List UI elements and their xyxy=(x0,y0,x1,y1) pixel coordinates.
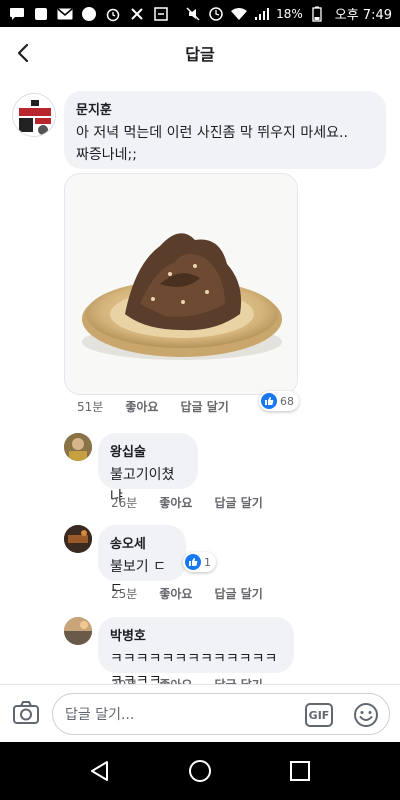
triangle-back-icon xyxy=(91,761,108,781)
reply-author[interactable]: 왕십술 xyxy=(110,441,186,460)
like-button[interactable]: 좋아요 xyxy=(159,494,192,511)
profile-logo-icon xyxy=(13,94,55,136)
camera-button[interactable] xyxy=(12,700,40,726)
reply-input[interactable]: 답글 달기... GIF xyxy=(52,693,390,735)
reply-button[interactable]: 답글 달기 xyxy=(214,676,262,684)
reply-button[interactable]: 답글 달기 xyxy=(214,494,262,511)
user-photo-icon xyxy=(64,617,92,645)
avatar[interactable] xyxy=(64,433,92,461)
like-button[interactable]: 좋아요 xyxy=(125,398,158,415)
comment-photo[interactable] xyxy=(64,173,298,395)
like-button[interactable]: 좋아요 xyxy=(159,676,192,684)
camera-icon xyxy=(13,701,39,724)
reply-composer: 답글 달기... GIF xyxy=(0,684,400,742)
reply-author[interactable]: 박병호 xyxy=(110,625,282,644)
circle-home-icon xyxy=(189,760,211,782)
reply-bubble[interactable]: 왕십술 불고기이쳤냐 xyxy=(98,433,198,505)
reply-input-placeholder: 답글 달기... xyxy=(65,707,135,723)
nav-back-button[interactable] xyxy=(87,758,113,784)
smiley-icon xyxy=(354,703,378,727)
header: 답글 xyxy=(0,27,400,79)
comment-text-line2: 짜증나네;; xyxy=(76,147,137,163)
avatar[interactable] xyxy=(64,525,92,553)
wifi-icon xyxy=(230,6,248,22)
nav-home-button[interactable] xyxy=(187,758,213,784)
navigation-bar xyxy=(0,742,400,800)
user-photo-icon xyxy=(64,525,92,553)
reply-button[interactable]: 답글 달기 xyxy=(214,585,262,602)
alarm-icon xyxy=(104,6,122,22)
avatar[interactable] xyxy=(64,617,92,645)
clock-icon xyxy=(207,6,225,22)
system-icons: 18% 오후 7:49 xyxy=(184,4,392,23)
reply-button[interactable]: 답글 달기 xyxy=(180,398,228,415)
nav-recents-button[interactable] xyxy=(287,758,313,784)
mute-icon xyxy=(184,6,202,22)
reply-time: 30분 xyxy=(111,676,137,684)
reaction-badge[interactable]: 1 xyxy=(183,552,216,572)
reply-bubble[interactable]: 송오세 불보기 ㄷㄷ xyxy=(98,525,186,597)
reply-time: 25분 xyxy=(111,587,138,601)
tools-icon xyxy=(128,6,146,22)
comment-thread: 문지훈 아 저녁 먹는데 이런 사진좀 막 뛰우지 마세요.. 짜증나네;; 5… xyxy=(0,79,400,684)
back-button[interactable] xyxy=(10,39,38,67)
square-icon xyxy=(32,6,50,22)
battery-icon xyxy=(308,6,326,22)
signal-icon xyxy=(253,6,271,22)
reply-meta: 26분 좋아요 답글 달기 xyxy=(111,494,263,511)
mail-icon xyxy=(56,6,74,22)
comment-time: 51분 xyxy=(77,400,104,414)
reply-time: 26분 xyxy=(111,496,138,510)
reply-bubble[interactable]: 박병호 ㅋㅋㅋㅋㅋㅋㅋㅋㅋㅋㅋㅋㅋㅋㅋㅋㅋ xyxy=(98,617,294,684)
reply-meta: 30분 좋아요 답글 달기 xyxy=(111,676,263,684)
chat-icon xyxy=(8,6,26,22)
app-icon xyxy=(152,6,170,22)
reaction-count: 68 xyxy=(280,394,294,408)
like-button[interactable]: 좋아요 xyxy=(159,585,192,602)
status-bar: 18% 오후 7:49 xyxy=(0,0,400,27)
notification-icons xyxy=(8,6,170,22)
avatar[interactable] xyxy=(12,93,56,137)
gif-button[interactable]: GIF xyxy=(305,703,333,727)
square-recents-icon xyxy=(290,761,310,781)
app-badge-icon xyxy=(80,6,98,22)
bulgogi-plate-image xyxy=(65,174,297,394)
comment-author[interactable]: 문지훈 xyxy=(76,99,374,118)
reply-author[interactable]: 송오세 xyxy=(110,533,174,552)
thumbs-up-icon xyxy=(261,393,277,409)
comment-meta: 51분 좋아요 답글 달기 xyxy=(77,398,229,415)
reaction-badge[interactable]: 68 xyxy=(259,391,299,411)
comment-bubble[interactable]: 문지훈 아 저녁 먹는데 이런 사진좀 막 뛰우지 마세요.. 짜증나네;; xyxy=(64,91,386,169)
clock-time: 오후 7:49 xyxy=(334,8,392,23)
back-arrow-icon xyxy=(17,43,29,63)
thumbs-up-icon xyxy=(185,554,201,570)
comment-text-line1: 아 저녁 먹는데 이런 사진좀 막 뛰우지 마세요.. xyxy=(76,125,348,141)
reply-meta: 25분 좋아요 답글 달기 xyxy=(111,585,263,602)
user-photo-icon xyxy=(64,433,92,461)
reaction-count: 1 xyxy=(204,555,211,569)
emoji-button[interactable] xyxy=(353,702,379,728)
battery-percent: 18% xyxy=(276,6,303,21)
page-title: 답글 xyxy=(185,45,215,64)
